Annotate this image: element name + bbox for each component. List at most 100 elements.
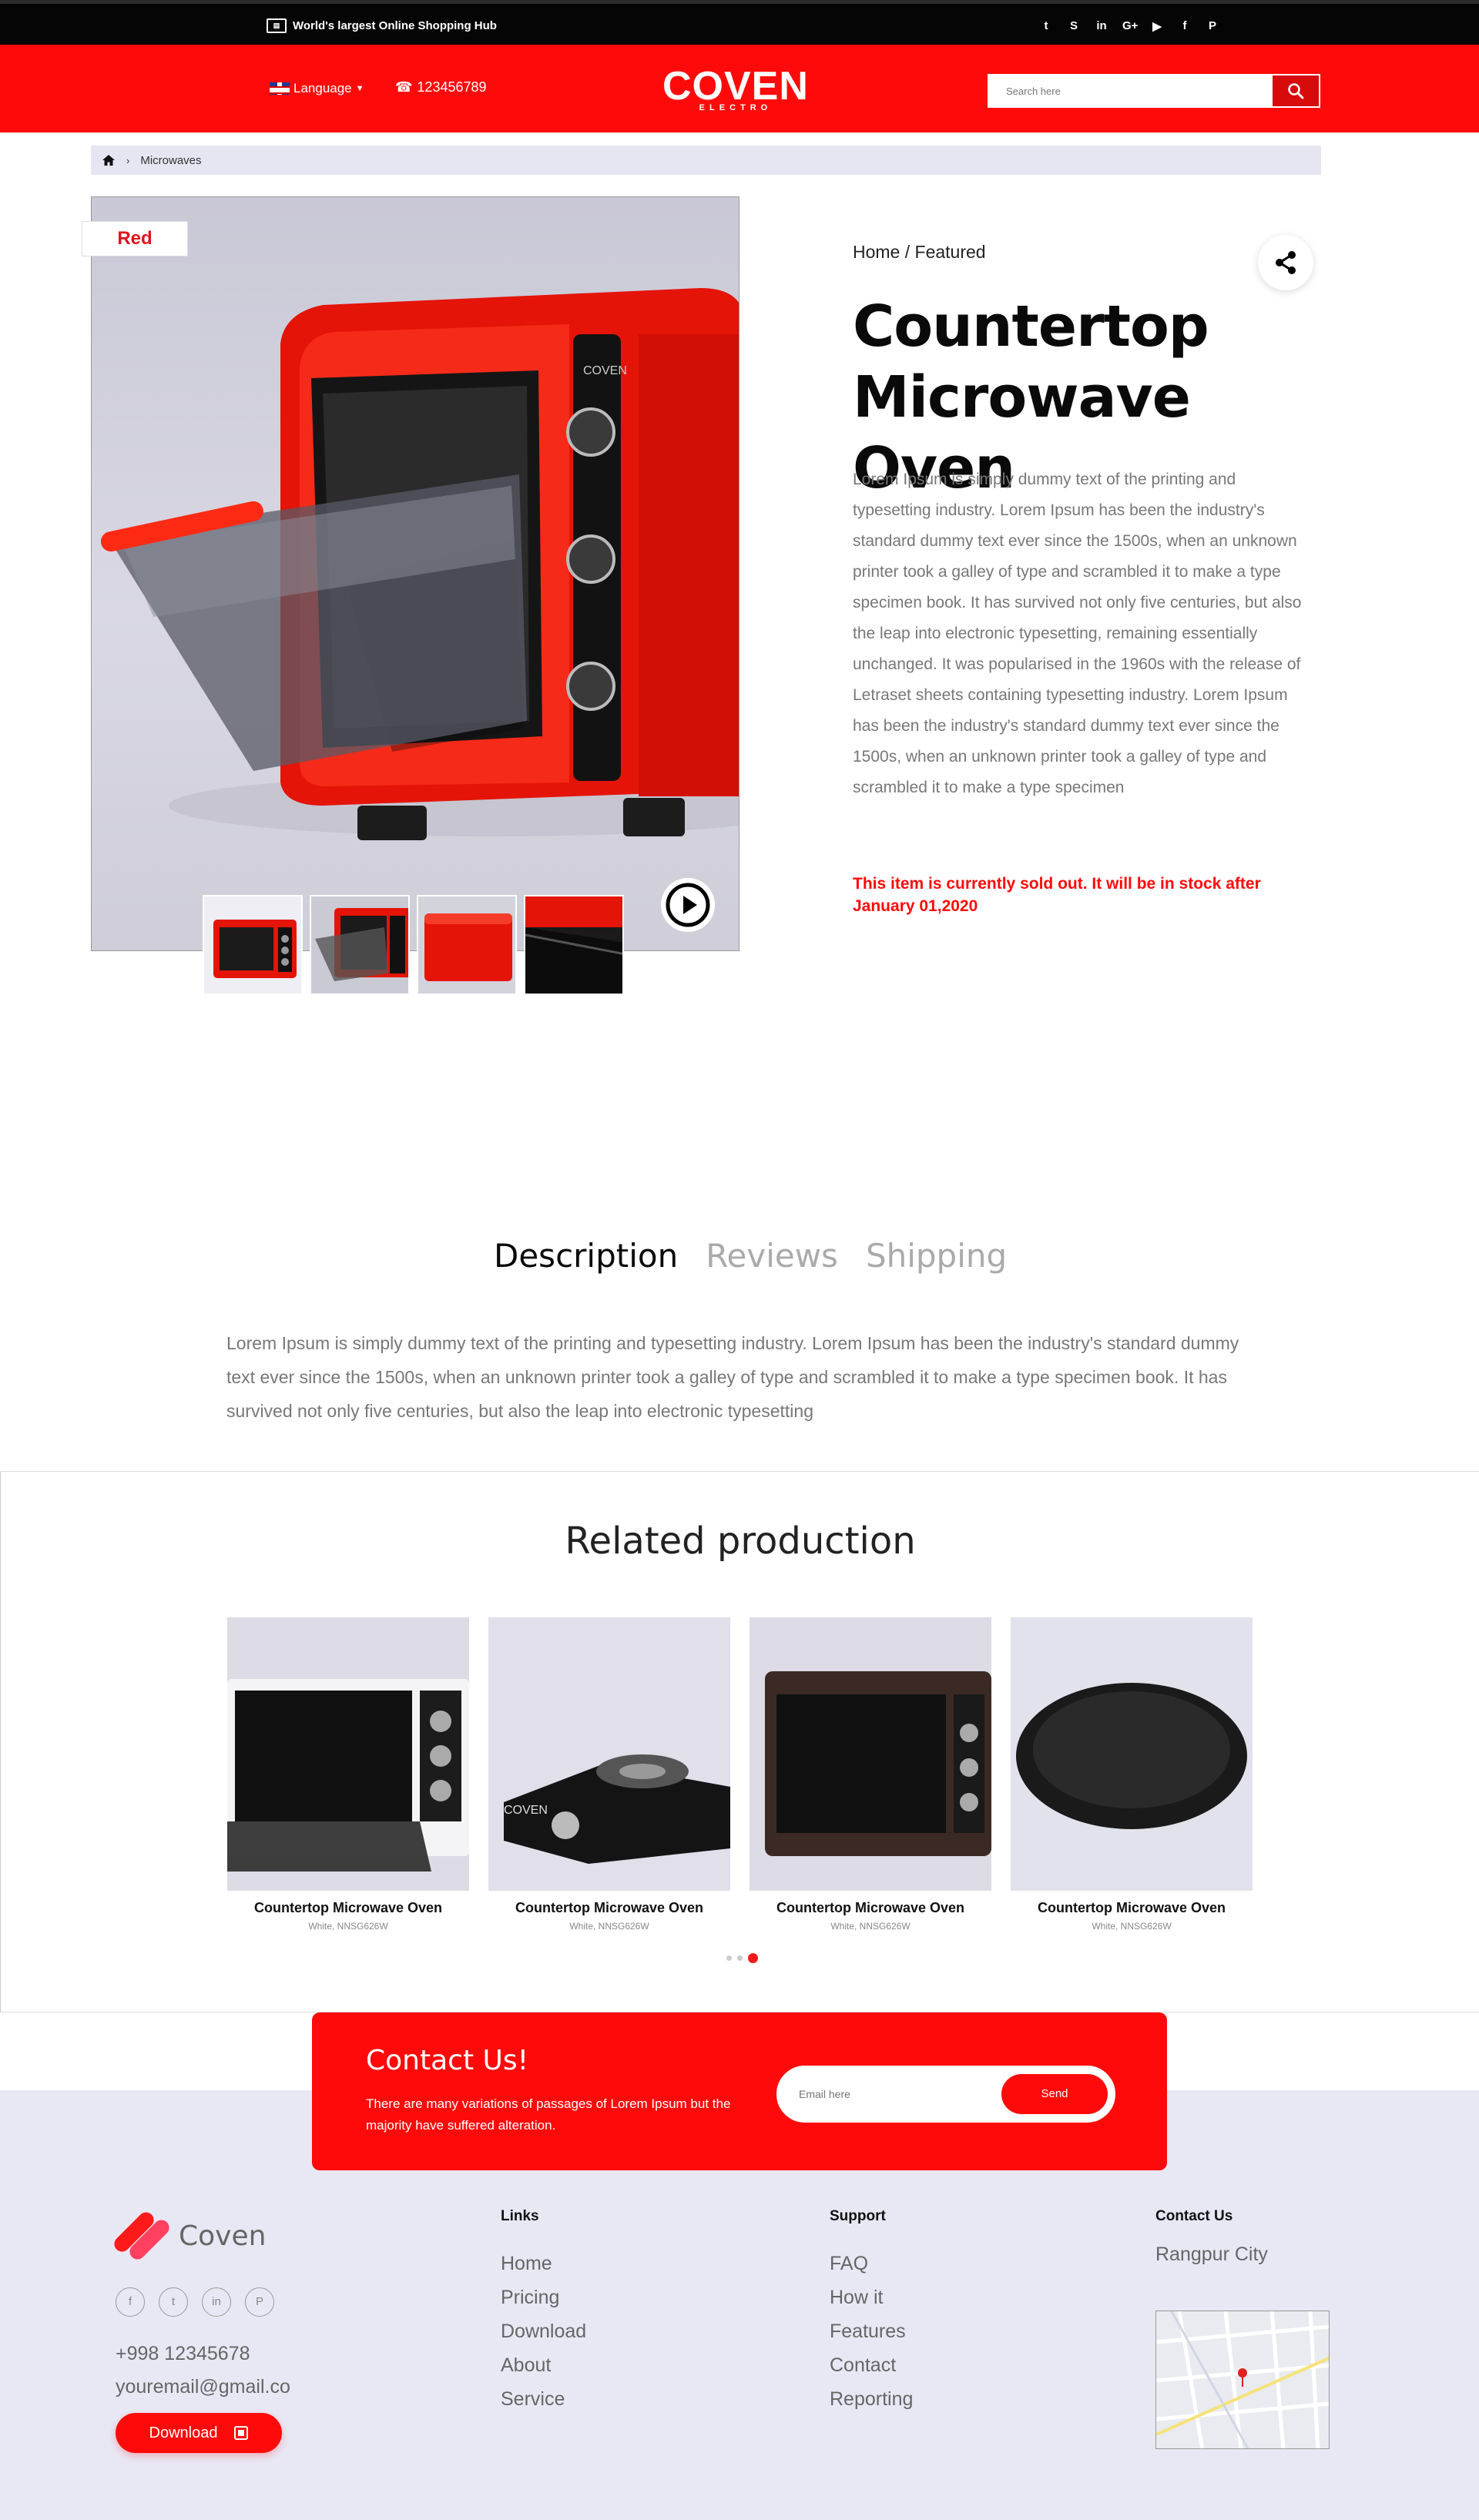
phone-number: 123456789 [417,79,487,95]
top-bar: ▤ World's largest Online Shopping Hub t … [0,0,1479,45]
related-card-title: Countertop Microwave Oven [515,1900,704,1915]
home-icon[interactable] [102,154,116,166]
search-input[interactable] [989,75,1276,106]
tab-description[interactable]: Description [494,1237,678,1275]
sold-out-notice: This item is currently sold out. It will… [853,875,1261,915]
related-card[interactable]: Countertop Microwave Oven White, NNSG626… [750,1617,991,1932]
related-card[interactable]: Countertop Microwave Oven White, NNSG626… [1011,1617,1253,1932]
related-card-image[interactable] [227,1617,469,1891]
footer-link-how-it[interactable]: How it [830,2280,913,2314]
footer-support-title: Support [830,2208,886,2224]
email-input[interactable] [799,2083,991,2105]
color-tag: Red [82,221,188,256]
share-icon [1276,251,1296,274]
related-card-image[interactable] [750,1617,991,1891]
contact-title: Contact Us! [366,2045,529,2076]
language-selector[interactable]: Language ▼ [270,81,364,96]
subscribe-form: Send [776,2066,1115,2123]
skype-icon[interactable]: S [1067,19,1081,33]
search-button[interactable] [1273,75,1319,106]
related-card-sub: White, NNSG626W [308,1921,388,1932]
tab-shipping[interactable]: Shipping [866,1237,1007,1275]
facebook-icon[interactable]: f [1178,19,1192,33]
related-card[interactable]: Countertop Microwave Oven White, NNSG626… [227,1617,469,1932]
youtube-icon[interactable]: ▶ [1150,19,1164,33]
search-box [988,74,1320,108]
download-icon [234,2426,249,2440]
footer-link-about[interactable]: About [501,2348,586,2382]
download-button[interactable]: Download [116,2413,282,2453]
footer-email[interactable]: youremail@gmail.co [116,2376,290,2398]
related-card-sub: White, NNSG626W [1092,1921,1172,1932]
footer-link-pricing[interactable]: Pricing [501,2280,586,2314]
related-card-image[interactable] [1011,1617,1253,1891]
play-video-button[interactable] [661,878,715,932]
tab-reviews[interactable]: Reviews [706,1237,838,1275]
footer-link-home[interactable]: Home [501,2247,586,2280]
location-map[interactable] [1155,2311,1330,2449]
send-button[interactable]: Send [1001,2074,1108,2114]
related-section: Related production Countertop Microwave … [0,1471,1479,2012]
footer-link-service[interactable]: Service [501,2382,586,2416]
product-tabs: Description Reviews Shipping [494,1237,1007,1275]
footer-support-column: Support FAQ How it Features Contact Repo… [830,2208,913,2416]
contact-text: There are many variations of passages of… [366,2096,731,2133]
footer-link-faq[interactable]: FAQ [830,2247,913,2280]
footer-city: Rangpur City [1155,2244,1268,2265]
pinterest-icon[interactable]: P [245,2287,274,2317]
thumbnail-4[interactable] [524,895,624,995]
phone-icon: ☎ [395,79,413,95]
store-icon: ▤ [267,18,287,33]
chevron-right-icon: › [126,154,130,166]
tab-content: Lorem Ipsum is simply dummy text of the … [226,1333,1239,1421]
facebook-icon[interactable]: f [116,2287,145,2317]
footer-phone[interactable]: +998 12345678 [116,2343,250,2365]
twitter-icon[interactable]: t [1039,19,1053,33]
share-button[interactable] [1258,235,1313,290]
footer-link-download[interactable]: Download [501,2314,586,2348]
header-phone[interactable]: ☎ 123456789 [395,79,487,96]
download-label: Download [149,2424,218,2441]
carousel-dot[interactable] [737,1955,743,1961]
twitter-icon[interactable]: t [159,2287,188,2317]
language-label: Language [293,81,352,96]
product-main-image[interactable]: COVEN [91,196,740,951]
footer-links-column: Links Home Pricing Download About Servic… [501,2208,586,2416]
logo-main: COVEN [662,64,809,109]
map-illustration [1156,2311,1329,2448]
site-logo[interactable]: COVEN ELECTRO [662,66,809,112]
chevron-down-icon: ▼ [355,84,364,93]
product-path[interactable]: Home / Featured [853,242,986,263]
play-icon [666,883,710,927]
carousel-dot-active[interactable] [748,1953,758,1963]
footer-link-features[interactable]: Features [830,2314,913,2348]
related-card-image[interactable]: COVEN [488,1617,730,1891]
google-plus-icon[interactable]: G+ [1122,19,1138,33]
related-card[interactable]: COVEN Countertop Microwave Oven White, N… [488,1617,730,1932]
footer-socials: f t in P [116,2287,274,2317]
uk-flag-icon [270,82,290,95]
breadcrumb-current[interactable]: Microwaves [140,154,201,167]
related-cards: Countertop Microwave Oven White, NNSG626… [227,1617,1253,1932]
pinterest-icon[interactable]: P [1206,19,1219,33]
thumbnail-strip [203,895,624,995]
footer-contact-column: Contact Us Rangpur City [1155,2208,1268,2271]
thumbnail-2[interactable] [310,895,410,995]
footer-link-contact[interactable]: Contact [830,2348,913,2382]
oven-illustration: COVEN [101,288,739,840]
contact-banner: Contact Us! There are many variations of… [312,2012,1167,2170]
linkedin-icon[interactable]: in [202,2287,231,2317]
footer-link-reporting[interactable]: Reporting [830,2382,913,2416]
breadcrumb: › Microwaves [91,146,1321,175]
footer-brand[interactable]: Coven [111,2209,266,2263]
thumbnail-1[interactable] [203,895,303,995]
carousel-dot[interactable] [726,1955,732,1961]
hub-tagline: ▤ World's largest Online Shopping Hub [267,18,497,33]
svg-text:COVEN: COVEN [583,364,627,377]
related-card-title: Countertop Microwave Oven [776,1900,965,1915]
footer-links-title: Links [501,2208,539,2224]
thumbnail-3[interactable] [417,895,517,995]
brand-logo-icon [111,2209,173,2263]
carousel-dots [726,1953,758,1963]
linkedin-icon[interactable]: in [1095,19,1108,33]
